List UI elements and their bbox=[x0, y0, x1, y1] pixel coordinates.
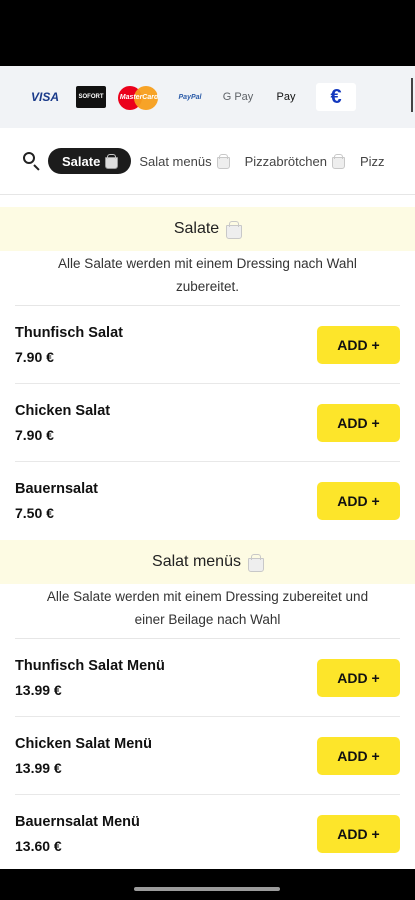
home-indicator[interactable] bbox=[134, 887, 280, 891]
item-name: Chicken Salat bbox=[15, 402, 111, 419]
item-price: 13.60 € bbox=[15, 838, 62, 854]
euro-cash-icon: € bbox=[316, 83, 356, 111]
item-price: 13.99 € bbox=[15, 681, 62, 698]
apple-pay-logo: Pay bbox=[268, 85, 304, 109]
takeout-box-icon bbox=[331, 154, 345, 169]
menu-item[interactable]: Bauernsalat Menü 13.60 € ADD + bbox=[15, 795, 400, 869]
section-description: Alle Salate werden mit einem Dressing na… bbox=[15, 251, 400, 306]
menu-item[interactable]: Thunfisch Salat 7.90 € ADD + bbox=[15, 306, 400, 384]
category-chip-salate[interactable]: Salate bbox=[48, 148, 132, 174]
sofort-logo: SOFORT bbox=[76, 86, 106, 108]
category-chip-label: Salat menüs bbox=[139, 153, 212, 169]
visa-logo: VISA bbox=[30, 90, 59, 104]
menu-content[interactable]: Salate Salat menüs Pizzabrötchen Pizz Sa… bbox=[0, 128, 415, 869]
navigation-bar bbox=[0, 869, 415, 900]
takeout-box-icon bbox=[247, 553, 264, 572]
payment-methods-bar: VISA SOFORT MasterCard PayPal G Pay Pay … bbox=[0, 66, 415, 128]
category-chip-label: Salate bbox=[62, 153, 101, 169]
item-name: Chicken Salat Menü bbox=[15, 735, 152, 752]
item-price: 7.50 € bbox=[15, 505, 54, 521]
category-chip-salat-menues[interactable]: Salat menüs bbox=[135, 148, 232, 174]
add-to-cart-button[interactable]: ADD + bbox=[317, 658, 400, 697]
add-to-cart-button[interactable]: ADD + bbox=[317, 736, 400, 775]
section-header-salat-menues: Salat menüs bbox=[0, 540, 415, 584]
item-name: Thunfisch Salat bbox=[15, 324, 123, 341]
item-price: 7.90 € bbox=[15, 348, 54, 365]
item-name: Bauernsalat Menü bbox=[15, 814, 140, 830]
add-to-cart-button[interactable]: ADD + bbox=[317, 325, 400, 364]
item-name: Thunfisch Salat Menü bbox=[15, 657, 165, 674]
section-description: Alle Salate werden mit einem Dressing zu… bbox=[15, 584, 400, 639]
add-to-cart-button[interactable]: ADD + bbox=[317, 482, 400, 520]
mastercard-logo: MasterCard bbox=[118, 85, 160, 110]
category-chip-label: Pizzabrötchen bbox=[244, 153, 327, 169]
takeout-box-icon bbox=[225, 220, 243, 239]
item-price: 7.90 € bbox=[15, 426, 54, 443]
divider bbox=[411, 78, 413, 112]
menu-item[interactable]: Chicken Salat Menü 13.99 € ADD + bbox=[15, 717, 400, 795]
mastercard-text: MasterCard bbox=[119, 93, 159, 101]
item-price: 13.99 € bbox=[15, 759, 62, 776]
category-chip-pizza[interactable]: Pizz bbox=[356, 148, 389, 174]
search-icon[interactable] bbox=[22, 151, 42, 171]
takeout-box-icon bbox=[104, 154, 119, 169]
add-to-cart-button[interactable]: ADD + bbox=[317, 815, 400, 853]
section-header-salate: Salate bbox=[0, 207, 415, 251]
takeout-box-icon bbox=[216, 154, 230, 169]
category-chip-label: Pizz bbox=[359, 153, 385, 169]
status-bar bbox=[0, 0, 415, 66]
menu-item[interactable]: Bauernsalat 7.50 € ADD + bbox=[15, 462, 400, 540]
section-title: Salate bbox=[173, 220, 220, 237]
category-nav[interactable]: Salate Salat menüs Pizzabrötchen Pizz bbox=[0, 128, 415, 195]
apple-pay-text: Pay bbox=[276, 91, 296, 103]
section-title: Salat menüs bbox=[152, 553, 241, 570]
item-name: Bauernsalat bbox=[15, 481, 99, 497]
category-chip-pizzabroetchen[interactable]: Pizzabrötchen bbox=[241, 148, 348, 174]
google-pay-logo: G Pay bbox=[222, 91, 254, 103]
add-to-cart-button[interactable]: ADD + bbox=[317, 403, 400, 442]
menu-item[interactable]: Chicken Salat 7.90 € ADD + bbox=[15, 384, 400, 462]
paypal-logo: PayPal bbox=[178, 93, 202, 101]
menu-item[interactable]: Thunfisch Salat Menü 13.99 € ADD + bbox=[15, 639, 400, 717]
